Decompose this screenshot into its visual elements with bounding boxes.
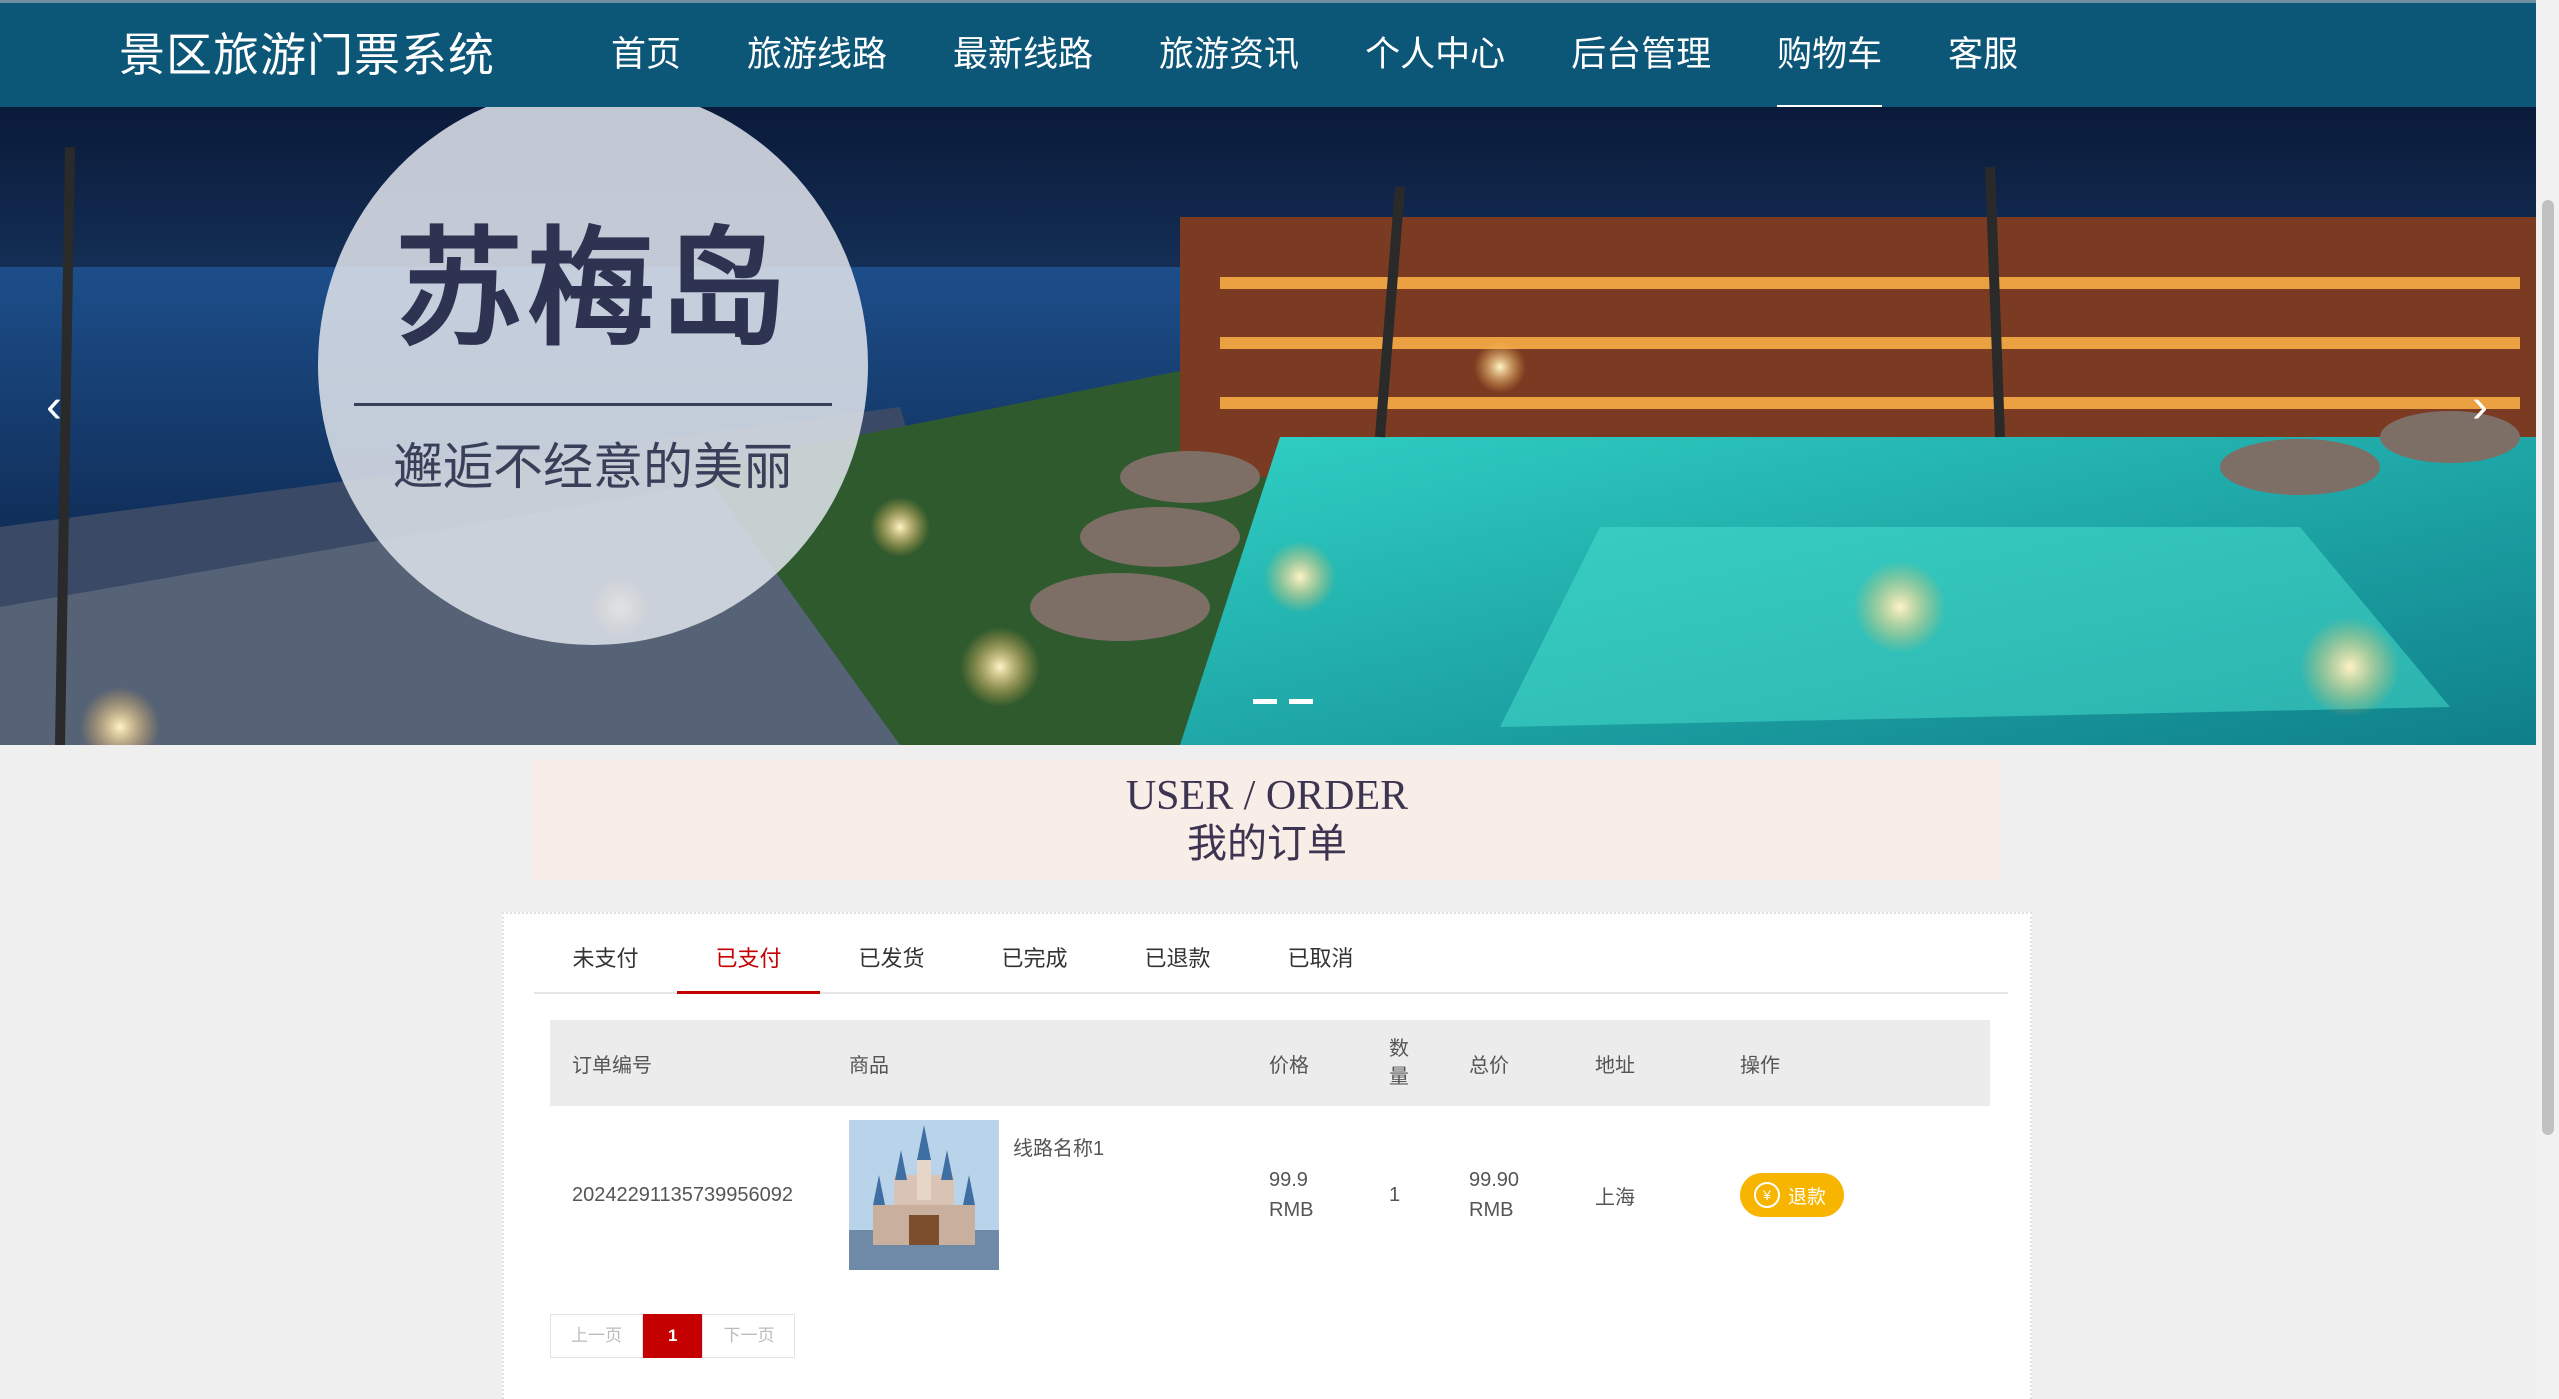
tab-unpaid[interactable]: 未支付: [534, 914, 677, 992]
section-title-en: USER / ORDER: [1125, 773, 1409, 819]
nav-item-profile[interactable]: 个人中心: [1332, 3, 1538, 110]
yen-icon: ¥: [1754, 1182, 1780, 1208]
cell-price: 99.9 RMB: [1247, 1106, 1367, 1284]
price-unit: RMB: [1269, 1199, 1314, 1221]
price-value: 99.9: [1269, 1169, 1308, 1191]
col-header-order-no: 订单编号: [550, 1020, 827, 1106]
col-header-price: 价格: [1247, 1020, 1367, 1106]
carousel-dot[interactable]: [1289, 699, 1313, 704]
col-header-product: 商品: [827, 1020, 1247, 1106]
chevron-left-icon[interactable]: ‹: [34, 377, 74, 437]
product-name[interactable]: 线路名称1: [1013, 1132, 1104, 1161]
page-scrollbar[interactable]: [2536, 0, 2559, 1399]
tab-shipped[interactable]: 已发货: [820, 914, 963, 992]
col-header-qty: 数 量: [1367, 1020, 1447, 1106]
tab-refunded[interactable]: 已退款: [1106, 914, 1249, 992]
refund-button[interactable]: ¥ 退款: [1740, 1173, 1845, 1217]
cell-total: 99.90 RMB: [1447, 1106, 1573, 1284]
main-nav: 首页 旅游线路 最新线路 旅游资讯 个人中心 后台管理 购物车 客服: [578, 3, 2051, 110]
site-brand[interactable]: 景区旅游门票系统: [119, 25, 495, 85]
cell-product: 线路名称1: [827, 1106, 1247, 1284]
carousel-dot[interactable]: [1253, 699, 1277, 704]
chevron-right-icon[interactable]: ›: [2460, 377, 2500, 437]
total-value: 99.90: [1469, 1169, 1520, 1191]
cell-action: ¥ 退款: [1718, 1106, 1990, 1284]
col-header-address: 地址: [1573, 1020, 1718, 1106]
col-header-qty-line2: 量: [1389, 1066, 1409, 1088]
nav-item-service[interactable]: 客服: [1915, 3, 2051, 110]
product-thumbnail[interactable]: [849, 1120, 999, 1270]
tab-cancelled[interactable]: 已取消: [1249, 914, 1392, 992]
section-title-box: USER / ORDER 我的订单: [533, 760, 2001, 880]
col-header-total: 总价: [1447, 1020, 1573, 1106]
nav-item-new-routes[interactable]: 最新线路: [920, 3, 1126, 110]
nav-item-admin[interactable]: 后台管理: [1538, 3, 1744, 110]
table-row: 20242291135739956092 线路名称1 99.9 RMB 1 99…: [550, 1106, 1990, 1284]
top-navbar: 景区旅游门票系统 首页 旅游线路 最新线路 旅游资讯 个人中心 后台管理 购物车…: [0, 0, 2536, 110]
nav-item-home[interactable]: 首页: [578, 3, 714, 110]
section-title-cn: 我的订单: [1187, 821, 1347, 867]
pagination: 上一页 1 下一页: [550, 1314, 796, 1358]
banner-divider: [354, 403, 832, 406]
next-page-button[interactable]: 下一页: [702, 1314, 796, 1358]
banner-title: 苏梅岛: [394, 214, 791, 364]
col-header-qty-line1: 数: [1389, 1038, 1409, 1060]
cell-address: 上海: [1595, 1186, 1635, 1209]
hero-carousel: 苏梅岛 邂逅不经意的美丽 ‹ ›: [0, 107, 2536, 745]
banner-emblem: 苏梅岛 邂逅不经意的美丽: [318, 107, 868, 645]
order-status-tabs: 未支付 已支付 已发货 已完成 已退款 已取消: [534, 914, 2008, 994]
refund-button-label: 退款: [1788, 1186, 1827, 1208]
prev-page-button[interactable]: 上一页: [550, 1314, 643, 1358]
nav-item-routes[interactable]: 旅游线路: [714, 3, 920, 110]
cell-order-no: 20242291135739956092: [572, 1183, 793, 1206]
col-header-action: 操作: [1718, 1020, 1990, 1106]
scrollbar-thumb[interactable]: [2542, 200, 2554, 1135]
orders-panel: 未支付 已支付 已发货 已完成 已退款 已取消 订单编号 商品 价格 数 量 总…: [502, 912, 2032, 1399]
orders-table: 订单编号 商品 价格 数 量 总价 地址 操作 2024229113573995…: [550, 1020, 1990, 1284]
cell-qty: 1: [1389, 1183, 1401, 1206]
tab-completed[interactable]: 已完成: [963, 914, 1106, 992]
carousel-indicators: [1253, 699, 1313, 704]
nav-item-news[interactable]: 旅游资讯: [1126, 3, 1332, 110]
tab-paid[interactable]: 已支付: [677, 914, 820, 994]
nav-item-cart[interactable]: 购物车: [1744, 3, 1915, 110]
banner-subtitle: 邂逅不经意的美丽: [393, 438, 793, 496]
page-number-current[interactable]: 1: [643, 1314, 703, 1358]
table-header-row: 订单编号 商品 价格 数 量 总价 地址 操作: [550, 1020, 1990, 1106]
total-unit: RMB: [1469, 1199, 1514, 1221]
